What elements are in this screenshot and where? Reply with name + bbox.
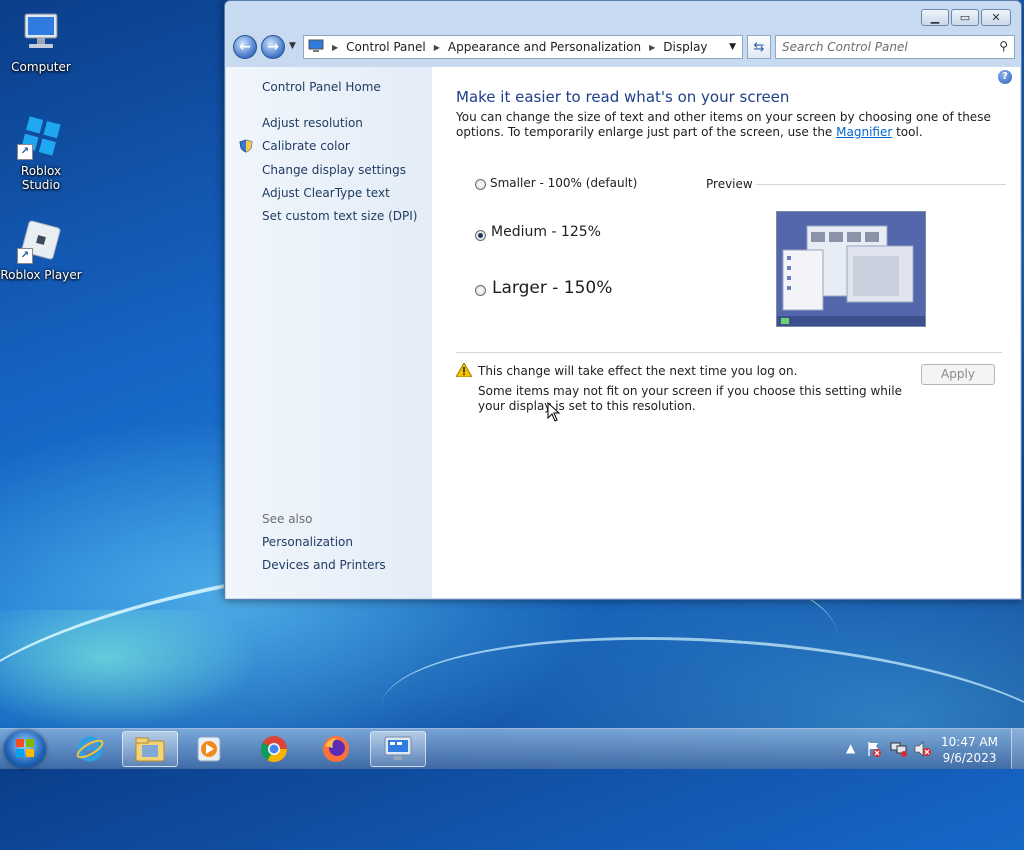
roblox-player-icon: ↗ (17, 216, 65, 264)
taskbar: ▲ 10:47 AM 9/6/2023 (0, 728, 1024, 769)
page-description: You can change the size of text and othe… (456, 110, 996, 140)
personalization-link[interactable]: Personalization (262, 535, 353, 549)
radio-larger[interactable] (475, 285, 486, 296)
forward-button[interactable]: → (261, 35, 285, 59)
help-icon[interactable]: ? (998, 70, 1012, 84)
system-clock[interactable]: 10:47 AM 9/6/2023 (941, 734, 998, 766)
firefox-icon (323, 736, 349, 762)
display-window: ▁ ▭ ✕ ← → ▼ ▶ Control Panel ▶ Appearance… (224, 0, 1022, 600)
clock-time: 10:47 AM (941, 735, 998, 749)
radio-medium[interactable] (475, 230, 486, 241)
show-desktop-button[interactable] (1011, 729, 1024, 769)
control-panel-icon (384, 736, 412, 760)
content-area: Control Panel Home Adjust resolution Cal… (226, 67, 1020, 598)
page-title: Make it easier to read what's on your sc… (456, 88, 790, 106)
apply-button[interactable]: Apply (921, 364, 995, 385)
chrome-icon (260, 736, 288, 763)
adjust-resolution-link[interactable]: Adjust resolution (262, 116, 363, 130)
file-explorer-taskbar-button[interactable] (122, 731, 178, 767)
search-placeholder: Search Control Panel (782, 40, 908, 54)
back-button[interactable]: ← (233, 35, 257, 59)
chrome-taskbar-button[interactable] (246, 731, 302, 767)
breadcrumb-control-panel[interactable]: Control Panel (342, 40, 430, 54)
control-panel-icon (304, 39, 328, 56)
section-divider (456, 352, 1002, 353)
devices-and-printers-link[interactable]: Devices and Printers (262, 558, 386, 572)
resolution-warning: Some items may not fit on your screen if… (478, 384, 902, 413)
breadcrumb-separator[interactable]: ▶ (328, 43, 342, 52)
computer-icon (17, 8, 65, 56)
search-input[interactable]: Search Control Panel ⚲ (775, 35, 1015, 59)
control-panel-home-link[interactable]: Control Panel Home (262, 80, 381, 94)
media-player-icon (197, 736, 221, 762)
breadcrumb-separator[interactable]: ▶ (430, 43, 444, 52)
internet-explorer-taskbar-button[interactable] (62, 731, 118, 767)
magnifier-link[interactable]: Magnifier (836, 125, 892, 139)
warning-icon (455, 361, 473, 378)
change-display-settings-link[interactable]: Change display settings (262, 163, 406, 177)
address-dropdown-icon[interactable]: ▼ (729, 42, 736, 52)
desktop-icon-computer[interactable]: Computer (0, 8, 82, 74)
network-icon[interactable] (890, 741, 908, 760)
main-pane: ? Make it easier to read what's on your … (432, 67, 1020, 598)
folder-icon (135, 737, 165, 762)
refresh-button[interactable]: ⇆ (747, 35, 771, 59)
volume-muted-icon[interactable] (914, 741, 932, 760)
option-smaller-label[interactable]: Smaller - 100% (default) (490, 176, 637, 190)
desktop-icon-label: Roblox Player (0, 268, 82, 282)
preview-label: Preview (706, 177, 753, 191)
shortcut-arrow-icon: ↗ (17, 144, 33, 160)
option-larger-label[interactable]: Larger - 150% (492, 278, 612, 298)
caption-buttons: ▁ ▭ ✕ (921, 9, 1011, 26)
desktop-icon-roblox-player[interactable]: ↗ Roblox Player (0, 216, 82, 282)
see-also-heading: See also (262, 512, 313, 526)
custom-text-size-link[interactable]: Set custom text size (DPI) (262, 209, 417, 223)
firefox-taskbar-button[interactable] (308, 731, 364, 767)
address-bar[interactable]: ▶ Control Panel ▶ Appearance and Persona… (303, 35, 743, 59)
action-center-flag-icon[interactable] (866, 741, 882, 760)
option-medium-label[interactable]: Medium - 125% (491, 224, 601, 240)
adjust-cleartype-link[interactable]: Adjust ClearType text (262, 186, 390, 200)
desktop-icon-roblox-studio[interactable]: ↗ Roblox Studio (0, 112, 82, 192)
logon-notice: This change will take effect the next ti… (478, 364, 798, 378)
clock-date: 9/6/2023 (942, 751, 997, 765)
start-button[interactable] (4, 730, 46, 768)
preview-divider (756, 184, 1006, 185)
description-text-end: tool. (892, 125, 923, 139)
desktop-icon-label: Roblox Studio (20, 164, 62, 192)
shortcut-arrow-icon: ↗ (17, 248, 33, 264)
minimize-button[interactable]: ▁ (921, 9, 949, 26)
recent-pages-dropdown[interactable]: ▼ (289, 41, 296, 51)
breadcrumb-display[interactable]: Display (659, 40, 711, 54)
left-pane: Control Panel Home Adjust resolution Cal… (226, 67, 432, 598)
breadcrumb-separator[interactable]: ▶ (645, 43, 659, 52)
preview-image (776, 211, 926, 327)
show-hidden-icons-button[interactable]: ▲ (846, 741, 855, 755)
desktop-icon-label: Computer (11, 60, 71, 74)
calibrate-color-link[interactable]: Calibrate color (262, 139, 350, 153)
uac-shield-icon (239, 139, 253, 153)
mouse-cursor-icon (547, 401, 561, 425)
radio-smaller[interactable] (475, 179, 486, 190)
media-player-taskbar-button[interactable] (182, 731, 238, 767)
breadcrumb-appearance[interactable]: Appearance and Personalization (444, 40, 645, 54)
close-button[interactable]: ✕ (981, 9, 1011, 26)
roblox-studio-icon: ↗ (17, 112, 65, 160)
search-icon[interactable]: ⚲ (999, 39, 1008, 53)
navigation-bar: ← → ▼ ▶ Control Panel ▶ Appearance and P… (233, 35, 1015, 59)
internet-explorer-icon (76, 736, 104, 762)
maximize-button[interactable]: ▭ (951, 9, 979, 26)
control-panel-taskbar-button[interactable] (370, 731, 426, 767)
